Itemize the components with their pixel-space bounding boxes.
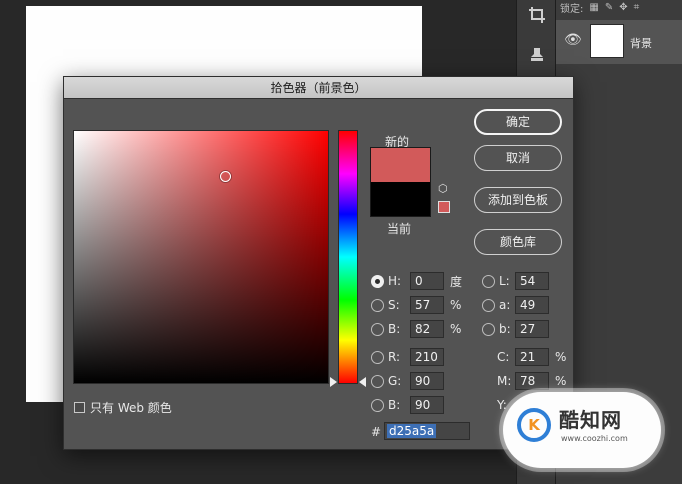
web-safe-swatch[interactable] bbox=[438, 201, 450, 213]
blue-row: B: 90 bbox=[371, 395, 444, 415]
web-colors-label: 只有 Web 颜色 bbox=[90, 401, 172, 415]
green-input[interactable]: 90 bbox=[410, 372, 444, 390]
cyan-label: C: bbox=[497, 350, 510, 364]
dialog-title: 拾色器（前景色） bbox=[64, 77, 573, 99]
eye-icon[interactable]: 👁 bbox=[564, 32, 582, 48]
hex-input[interactable]: d25a5a bbox=[384, 422, 470, 440]
color-picker-cursor[interactable] bbox=[220, 171, 231, 182]
stamp-icon[interactable] bbox=[525, 46, 549, 70]
saturation-brightness-field[interactable] bbox=[73, 130, 329, 384]
move-lock-icon[interactable]: ✥ bbox=[619, 2, 627, 13]
magenta-unit: % bbox=[555, 374, 567, 388]
hue-slider-right-handle[interactable] bbox=[359, 377, 366, 387]
checker-lock-icon[interactable]: ▦ bbox=[589, 2, 598, 13]
add-to-swatches-button[interactable]: 添加到色板 bbox=[474, 187, 562, 213]
hex-label: # bbox=[371, 425, 382, 439]
lab-l-label: L: bbox=[499, 274, 510, 288]
layer-thumbnail bbox=[590, 24, 624, 58]
brush-lock-icon[interactable]: ✎ bbox=[605, 2, 613, 13]
lab-l-input[interactable]: 54 bbox=[515, 272, 549, 290]
new-color-swatch bbox=[370, 147, 431, 182]
brightness-input[interactable]: 82 bbox=[410, 320, 444, 338]
green-row: G: 90 bbox=[371, 371, 444, 391]
watermark-logo: K bbox=[517, 408, 551, 442]
artboard-lock-icon[interactable]: ⌗ bbox=[634, 2, 640, 13]
magenta-input[interactable]: 78 bbox=[515, 372, 549, 390]
current-color-swatch[interactable] bbox=[370, 182, 431, 217]
brightness-radio[interactable] bbox=[371, 322, 384, 336]
lab-b-row: b: 27 bbox=[482, 319, 549, 339]
watermark-title: 酷知网 bbox=[559, 408, 622, 432]
cyan-unit: % bbox=[555, 350, 567, 364]
hue-label: H: bbox=[388, 274, 402, 288]
lab-l-radio[interactable] bbox=[482, 274, 495, 288]
lab-a-label: a: bbox=[499, 298, 511, 312]
cyan-row: C: 21 % bbox=[497, 347, 566, 367]
red-row: R: 210 bbox=[371, 347, 444, 367]
cyan-input[interactable]: 21 bbox=[515, 348, 549, 366]
blue-input[interactable]: 90 bbox=[410, 396, 444, 414]
layer-name: 背景 bbox=[630, 37, 652, 50]
hue-unit: 度 bbox=[450, 274, 463, 289]
hue-input[interactable]: 0 bbox=[410, 272, 444, 290]
magenta-label: M: bbox=[497, 374, 512, 388]
brightness-unit: % bbox=[450, 322, 462, 336]
lab-b-input[interactable]: 27 bbox=[515, 320, 549, 338]
cube-icon[interactable]: ⬡ bbox=[438, 183, 450, 195]
lock-row: 锁定: ▦ ✎ ✥ ⌗ bbox=[560, 0, 640, 15]
ok-button[interactable]: 确定 bbox=[474, 109, 562, 135]
blue-label: B: bbox=[388, 398, 401, 412]
lab-b-radio[interactable] bbox=[482, 322, 495, 336]
watermark-url: www.coozhi.com bbox=[561, 434, 628, 443]
lab-b-label: b: bbox=[499, 322, 511, 336]
watermark: K 酷知网 www.coozhi.com bbox=[503, 392, 661, 468]
crop-icon[interactable] bbox=[525, 6, 549, 30]
red-radio[interactable] bbox=[371, 350, 384, 364]
saturation-unit: % bbox=[450, 298, 462, 312]
lab-a-radio[interactable] bbox=[482, 298, 495, 312]
lab-a-input[interactable]: 49 bbox=[515, 296, 549, 314]
saturation-label: S: bbox=[388, 298, 400, 312]
hex-value: d25a5a bbox=[387, 424, 437, 438]
color-libraries-button[interactable]: 颜色库 bbox=[474, 229, 562, 255]
lab-l-row: L: 54 bbox=[482, 271, 549, 291]
green-label: G: bbox=[388, 374, 402, 388]
lock-label: 锁定: bbox=[560, 3, 584, 15]
saturation-input[interactable]: 57 bbox=[410, 296, 444, 314]
current-color-label: 当前 bbox=[387, 222, 412, 236]
web-colors-option[interactable]: 只有 Web 颜色 bbox=[74, 399, 172, 416]
saturation-radio[interactable] bbox=[371, 298, 384, 312]
hue-slider[interactable] bbox=[338, 130, 358, 384]
red-input[interactable]: 210 bbox=[410, 348, 444, 366]
brightness-row: B: 82 % bbox=[371, 319, 461, 339]
magenta-row: M: 78 % bbox=[497, 371, 566, 391]
cancel-button[interactable]: 取消 bbox=[474, 145, 562, 171]
color-picker-dialog: 拾色器（前景色） 新的 当前 ⬡ 确定 取消 添加到色板 颜色库 H: 0 度 … bbox=[63, 76, 574, 450]
web-colors-checkbox[interactable] bbox=[74, 402, 85, 413]
blue-radio[interactable] bbox=[371, 398, 384, 412]
red-label: R: bbox=[388, 350, 401, 364]
hue-row: H: 0 度 bbox=[371, 271, 462, 291]
green-radio[interactable] bbox=[371, 374, 384, 388]
lab-a-row: a: 49 bbox=[482, 295, 549, 315]
brightness-label: B: bbox=[388, 322, 401, 336]
hue-radio[interactable] bbox=[371, 274, 384, 288]
saturation-row: S: 57 % bbox=[371, 295, 461, 315]
hue-slider-left-handle[interactable] bbox=[330, 377, 337, 387]
layer-row[interactable]: 👁 背景 bbox=[556, 20, 682, 64]
